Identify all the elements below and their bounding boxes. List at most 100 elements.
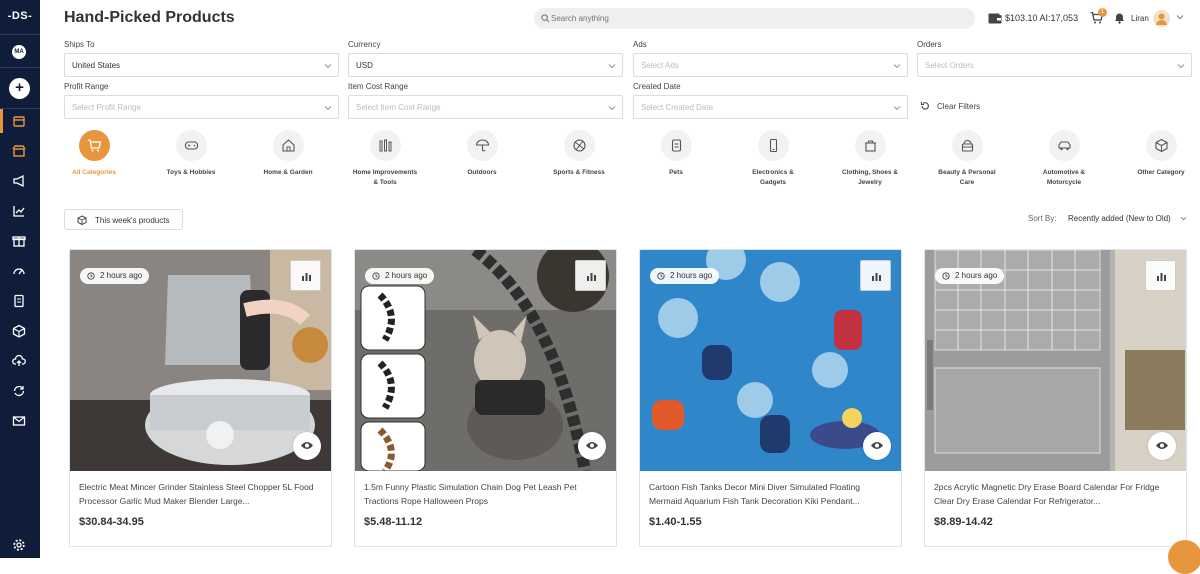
product-stats-button[interactable] [575, 260, 606, 291]
sidebar-item-documents[interactable] [12, 294, 26, 308]
category-beauty-personal-care[interactable]: Beauty & Personal Care [927, 130, 1007, 188]
created-date-placeholder: Select Created Date [641, 103, 714, 112]
category-all[interactable]: All Categories [54, 130, 134, 178]
gift-icon [12, 236, 26, 247]
clear-filters-label: Clear Filters [937, 102, 981, 111]
ads-select[interactable]: Select Ads [633, 53, 908, 77]
sidebar-divider [0, 34, 40, 35]
sidebar-item-analytics[interactable] [12, 204, 26, 218]
orders-select[interactable]: Select Orders [917, 53, 1192, 77]
wallet-icon[interactable] [988, 13, 1002, 24]
product-price: $8.89-14.42 [934, 516, 993, 528]
sidebar-item-sync[interactable] [12, 384, 26, 398]
sidebar-item-gifts[interactable] [12, 234, 26, 248]
user-avatar[interactable] [1153, 10, 1170, 27]
chevron-down-icon[interactable] [1176, 13, 1184, 21]
product-title[interactable]: Cartoon Fish Tanks Decor Mini Diver Simu… [649, 480, 894, 508]
sidebar-item-products[interactable] [12, 324, 26, 338]
app-logo[interactable]: -DS- [0, 10, 40, 22]
eye-icon [586, 442, 598, 449]
sidebar-item-marketing[interactable] [12, 174, 26, 188]
clock-icon [372, 272, 380, 280]
clock-icon [87, 272, 95, 280]
currency-value: USD [356, 61, 373, 70]
created-date-select[interactable]: Select Created Date [633, 95, 908, 119]
sidebar-item-dashboard[interactable] [12, 264, 26, 278]
time-badge-text: 2 hours ago [385, 271, 428, 280]
product-title[interactable]: 2pcs Acrylic Magnetic Dry Erase Board Ca… [934, 480, 1179, 508]
workspace-avatar[interactable]: MA [12, 45, 26, 59]
sidebar-item-messages[interactable] [12, 414, 26, 428]
chevron-down-icon[interactable] [1180, 215, 1187, 222]
sidebar-item-orders[interactable] [0, 109, 26, 133]
product-image[interactable]: 2 hours ago [70, 250, 331, 471]
balance-display[interactable]: $103.10 AI:17,053 [1005, 13, 1078, 23]
category-outdoors[interactable]: Outdoors [442, 130, 522, 178]
category-label: Pets [669, 169, 683, 176]
item-cost-range-label: Item Cost Range [348, 82, 409, 91]
user-name[interactable]: Liran [1131, 14, 1149, 23]
orders-label: Orders [917, 40, 942, 49]
quick-view-button[interactable] [1148, 432, 1176, 460]
ads-placeholder: Select Ads [641, 61, 679, 70]
product-stats-button[interactable] [1145, 260, 1176, 291]
category-home-improvements[interactable]: Home Improvements & Tools [345, 130, 425, 188]
ships-to-select[interactable]: United States [64, 53, 339, 77]
category-other[interactable]: Other Category [1121, 130, 1200, 178]
sync-icon [13, 385, 25, 397]
product-stats-button[interactable] [860, 260, 891, 291]
search-input[interactable] [551, 8, 951, 29]
orders-placeholder: Select Orders [925, 61, 974, 70]
tools-icon [379, 139, 391, 152]
product-title[interactable]: 1.5m Funny Plastic Simulation Chain Dog … [364, 480, 609, 508]
product-stats-button[interactable] [290, 260, 321, 291]
item-cost-range-select[interactable]: Select Item Cost Range [348, 95, 623, 119]
product-card[interactable]: 2 hours ago 2pcs Acrylic Magnetic Dry Er… [924, 249, 1187, 547]
this-week-products-button[interactable]: This week's products [64, 209, 183, 230]
cube-icon [1154, 138, 1168, 153]
quick-view-button[interactable] [578, 432, 606, 460]
sidebar-item-import[interactable] [12, 354, 26, 368]
category-clothing-shoes-jewelry[interactable]: Clothing, Shoes & Jewelry [830, 130, 910, 188]
beauty-icon [961, 139, 973, 152]
product-card[interactable]: 2 hours ago Cartoon Fish Tanks Decor Min… [639, 249, 902, 547]
chevron-down-icon [1177, 64, 1185, 69]
sidebar-item-settings[interactable] [12, 538, 26, 552]
category-label: Beauty & Personal Care [938, 169, 996, 186]
category-label: Toys & Hobbies [166, 169, 216, 176]
currency-select[interactable]: USD [348, 53, 623, 77]
profit-range-select[interactable]: Select Profit Range [64, 95, 339, 119]
gauge-icon [13, 268, 25, 275]
sort-select[interactable]: Recently added (New to Old) [1068, 214, 1171, 223]
product-card[interactable]: 2 hours ago Electric Meat Mincer Grinder… [69, 249, 332, 547]
ships-to-label: Ships To [64, 40, 95, 49]
product-title[interactable]: Electric Meat Mincer Grinder Stainless S… [79, 480, 324, 508]
cart-count-badge: 1 [1098, 8, 1107, 17]
currency-label: Currency [348, 40, 381, 49]
sidebar-item-store[interactable] [12, 144, 26, 158]
category-electronics-gadgets[interactable]: Electronics & Gadgets [733, 130, 813, 188]
category-sports-fitness[interactable]: Sports & Fitness [539, 130, 619, 178]
gear-icon [13, 539, 25, 551]
profit-range-label: Profit Range [64, 82, 109, 91]
clock-icon [657, 272, 665, 280]
category-home-garden[interactable]: Home & Garden [248, 130, 328, 178]
product-image[interactable]: 2 hours ago [355, 250, 616, 471]
category-pets[interactable]: Pets [636, 130, 716, 178]
product-image[interactable]: 2 hours ago [925, 250, 1186, 471]
time-badge-text: 2 hours ago [955, 271, 998, 280]
chat-support-button[interactable] [1168, 540, 1200, 574]
category-toys-hobbies[interactable]: Toys & Hobbies [151, 130, 231, 178]
add-button[interactable]: + [9, 78, 30, 99]
category-automotive-motorcycle[interactable]: Automotive & Motorcycle [1024, 130, 1104, 188]
box-icon [12, 324, 26, 338]
eye-icon [1156, 442, 1168, 449]
quick-view-button[interactable] [863, 432, 891, 460]
product-card[interactable]: 2 hours ago 1.5m Funny Plastic Simulatio… [354, 249, 617, 547]
bell-icon[interactable] [1114, 12, 1125, 24]
quick-view-button[interactable] [293, 432, 321, 460]
product-image[interactable]: 2 hours ago [640, 250, 901, 471]
search-bar[interactable] [534, 8, 975, 29]
megaphone-icon [13, 174, 24, 188]
clear-filters-button[interactable]: Clear Filters [920, 102, 980, 111]
